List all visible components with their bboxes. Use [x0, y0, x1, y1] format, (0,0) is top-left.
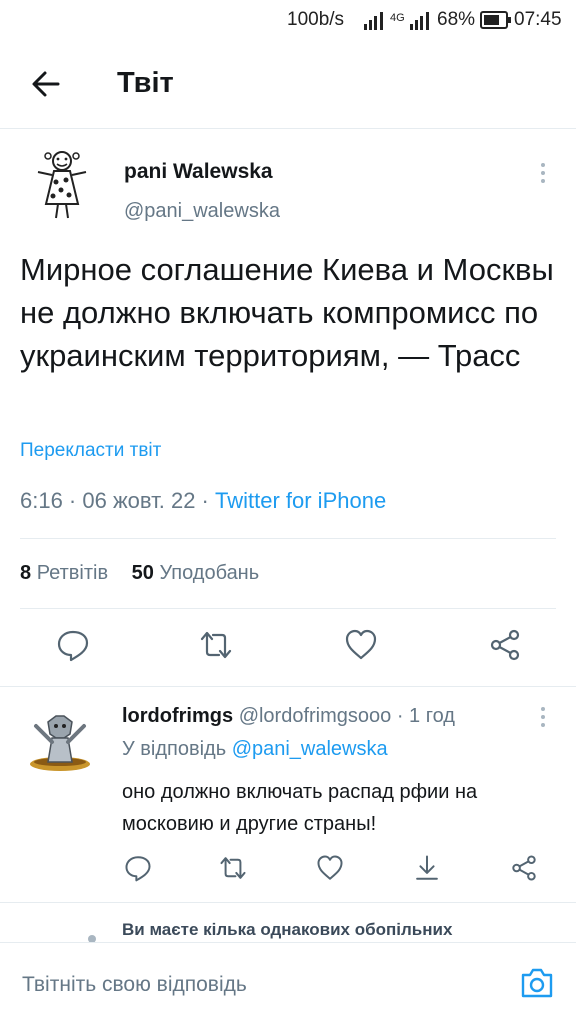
author-name[interactable]: pani Walewska: [124, 160, 273, 184]
replying-to-label: У відповідь: [122, 738, 227, 760]
translate-tweet-link[interactable]: Перекласти твіт: [20, 440, 161, 462]
divider: [20, 608, 556, 609]
clock: 07:45: [514, 9, 562, 30]
share-icon[interactable]: [488, 628, 522, 662]
tweet-more-icon[interactable]: [540, 163, 546, 187]
reply-download-icon[interactable]: [413, 854, 441, 882]
like-heart-icon[interactable]: [344, 628, 378, 662]
back-arrow-icon[interactable]: [28, 66, 64, 102]
tweet-source-link[interactable]: Twitter for iPhone: [215, 488, 386, 513]
app-bar: Твіт: [0, 40, 576, 129]
author-handle[interactable]: @pani_walewska: [124, 200, 280, 223]
reply-retweet-icon[interactable]: [218, 854, 248, 882]
reply-time: · 1 год: [396, 705, 455, 727]
retweet-icon[interactable]: [198, 628, 234, 662]
tweet-stats: 8 Ретвітів 50 Уподобань: [20, 562, 259, 585]
reply-text: оно должно включать распад рфии на моско…: [122, 781, 478, 835]
reply-icon[interactable]: [56, 628, 90, 662]
camera-icon[interactable]: [519, 965, 555, 1001]
divider: [20, 538, 556, 539]
reply-author-name[interactable]: lordofrimgs: [122, 705, 233, 727]
retweets-stat[interactable]: 8 Ретвітів: [20, 562, 108, 584]
mutual-followers-suggestion[interactable]: Ви маєте кілька однакових обопільних: [122, 920, 452, 940]
reply-author-handle[interactable]: @lordofrimgsooo: [239, 705, 392, 727]
reply-input[interactable]: Твітніть свою відповідь: [22, 973, 247, 997]
network-speed: 100b/s: [287, 9, 345, 30]
divider: [0, 902, 576, 903]
likes-stat[interactable]: 50 Уподобань: [132, 562, 260, 584]
signal-icon-2: [410, 12, 429, 30]
battery-percent: 68%: [437, 9, 476, 30]
page-title: Твіт: [117, 67, 174, 99]
author-avatar[interactable]: [22, 144, 102, 224]
reply-more-icon[interactable]: [540, 707, 546, 731]
replying-to: У відповідь @pani_walewska: [122, 738, 388, 761]
status-bar: 100b/s 4G 68% 07:45: [0, 0, 576, 40]
tweet-meta: 6:16 · 06 жовт. 22 · Twitter for iPhone: [20, 488, 386, 514]
reply-author-avatar[interactable]: [22, 704, 98, 780]
tweet-timestamp: 6:16 · 06 жовт. 22 ·: [20, 488, 215, 513]
tweet-text: Мирное соглашение Киева и Москвы не долж…: [20, 252, 554, 373]
battery-icon: [480, 11, 511, 29]
reply-composer: Твітніть свою відповідь: [0, 942, 576, 1025]
reply-share-icon[interactable]: [510, 854, 538, 882]
reply-header: lordofrimgs @lordofrimgsooo · 1 год: [122, 705, 455, 728]
reply-reply-icon[interactable]: [124, 854, 152, 882]
reply-like-heart-icon[interactable]: [316, 854, 344, 882]
replying-to-handle[interactable]: @pani_walewska: [232, 738, 388, 760]
divider: [0, 686, 576, 687]
network-type: 4G: [390, 12, 405, 24]
signal-icon: [364, 12, 383, 30]
